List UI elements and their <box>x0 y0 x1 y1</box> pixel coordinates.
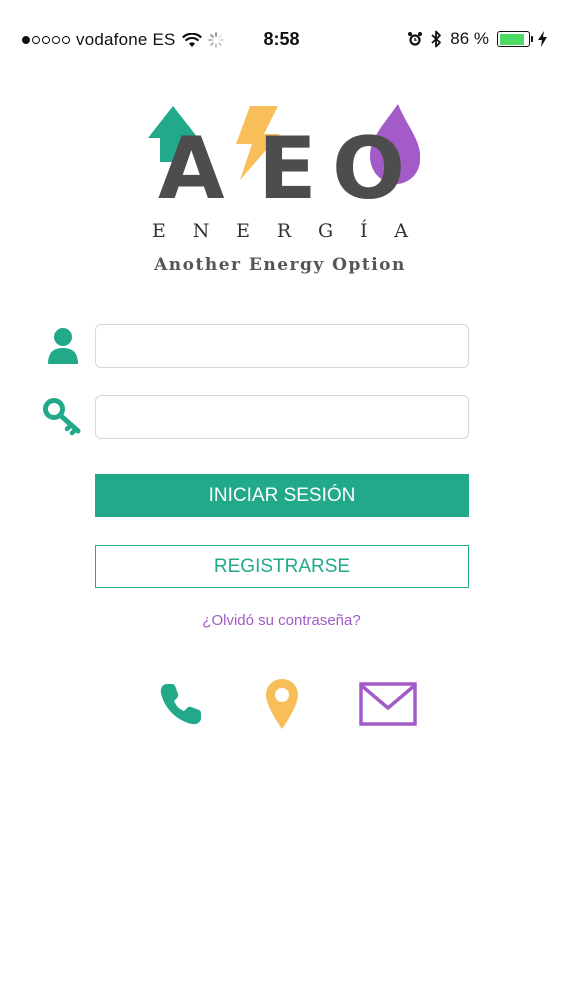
forgot-password-link[interactable]: ¿Olvidó su contraseña? <box>0 612 563 629</box>
user-icon <box>38 324 88 368</box>
logo-word-letter: E <box>236 220 250 242</box>
status-right: 86 % <box>407 29 547 49</box>
aeo-logo: A E O E N E R G Í A Another Energy Optio… <box>140 100 420 290</box>
key-icon <box>38 395 88 439</box>
logo-tagline: Another Energy Option <box>154 255 406 275</box>
envelope-icon[interactable] <box>358 676 418 732</box>
username-row <box>38 324 470 368</box>
logo-wordmark: E N E R G Í A <box>140 220 420 242</box>
logo-word-letter: R <box>276 220 292 242</box>
status-bar: vodafone ES 8:58 86 % <box>0 0 563 80</box>
contact-row <box>0 676 563 736</box>
alarm-icon <box>408 32 423 46</box>
register-button[interactable]: REGISTRARSE <box>95 545 469 588</box>
logo-word-letter: G <box>317 220 334 242</box>
login-button[interactable]: INICIAR SESIÓN <box>95 474 469 517</box>
logo-word-letter: E <box>152 220 166 242</box>
logo-word-letter: N <box>192 220 210 242</box>
password-input[interactable] <box>95 395 469 439</box>
logo-mark: A E O <box>148 104 420 205</box>
password-row <box>38 395 470 439</box>
username-input[interactable] <box>95 324 469 368</box>
logo-word-letter: A <box>394 220 408 242</box>
logo-word-letter: Í <box>359 220 368 242</box>
bluetooth-icon <box>431 30 442 48</box>
battery-icon <box>497 31 533 47</box>
phone-icon[interactable] <box>156 676 206 732</box>
battery-percent: 86 % <box>450 29 489 48</box>
logo-letter-e: E <box>258 119 317 205</box>
charging-bolt-icon <box>538 31 547 47</box>
logo-letter-a: A <box>158 119 225 205</box>
location-pin-icon[interactable] <box>262 676 302 732</box>
logo-letter-o: O <box>332 119 405 205</box>
